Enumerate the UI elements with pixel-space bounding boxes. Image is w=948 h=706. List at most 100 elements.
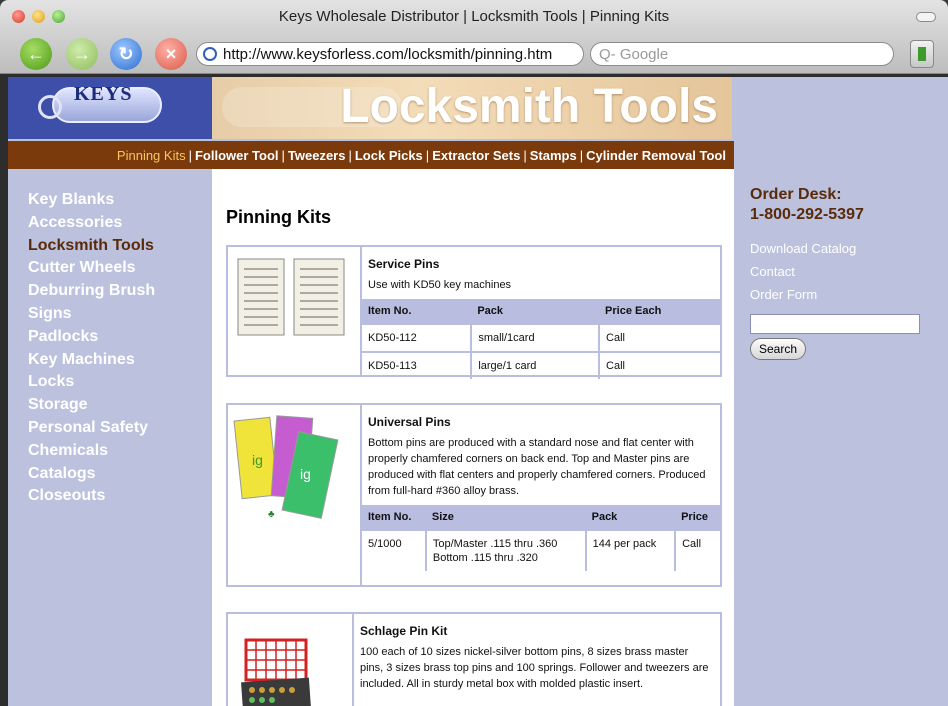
logo-text: KEYS [74,83,133,105]
product-card-universal-pins: ig ig ♣ Universal Pins Bottom pins are p… [226,403,722,587]
nav-link-follower-tool[interactable]: Follower Tool [195,148,279,163]
table-row: KD50-112 small/1card Call [362,323,720,352]
product-details: Service Pins Use with KD50 key machines … [362,247,720,379]
cell-pack: small/1card [471,323,601,352]
cell-pack: 144 per pack [585,529,677,571]
order-desk-label: Order Desk: [750,186,842,203]
cell-size: Top/Master .115 thru .360 Bottom .115 th… [425,529,587,571]
reload-button[interactable]: ↻ [110,38,142,70]
bookmark-icon [918,47,926,61]
svg-text:♣: ♣ [268,509,275,520]
site-search-input[interactable] [750,314,920,334]
main-content: Pinning Kits Service Pins Use with KD50 … [212,169,734,706]
sidebar-item-deburring-brush[interactable]: Deburring Brush [28,280,212,303]
header-banner: Locksmith Tools [212,77,732,139]
svg-text:ig: ig [300,466,311,482]
sidebar-item-locks[interactable]: Locks [28,371,212,394]
cell-pack: large/1 card [471,351,601,379]
browser-window: Keys Wholesale Distributor | Locksmith T… [0,0,948,706]
sidebar-item-key-machines[interactable]: Key Machines [28,349,212,372]
sidebar-item-accessories[interactable]: Accessories [28,212,212,235]
table-row: 5/1000 Top/Master .115 thru .360 Bottom … [362,529,720,571]
search-placeholder: Q- Google [599,45,669,63]
stop-icon: × [165,43,177,64]
sidebar-item-key-blanks[interactable]: Key Blanks [28,189,212,212]
price-table: Item No. Pack Price Each KD50-112 small/… [362,299,720,379]
arrow-left-icon: ← [27,43,45,64]
stop-button[interactable]: × [155,38,187,70]
search-button[interactable]: Search [750,338,807,360]
title-bar: Keys Wholesale Distributor | Locksmith T… [0,0,948,74]
cell-price: Call [675,529,720,571]
nav-link-pinning-kits[interactable]: Pinning Kits [117,148,186,163]
right-column: Order Desk: 1-800-292-5397 Download Cata… [734,169,948,706]
product-details: Schlage Pin Kit 100 each of 10 sizes nic… [354,614,720,706]
reload-icon: ↻ [118,43,134,64]
sidebar-item-locksmith-tools[interactable]: Locksmith Tools [28,235,212,258]
col-header-item-no: Item No. [362,299,472,324]
cell-price: Call [599,323,720,352]
col-header-pack: Pack [471,299,600,324]
nav-link-tweezers[interactable]: Tweezers [288,148,346,163]
contact-link[interactable]: Contact [750,260,948,283]
table-header-row: Item No. Pack Price Each [362,299,720,324]
order-form-link[interactable]: Order Form [750,283,948,306]
product-image-schlage-pin-kit[interactable] [228,614,354,706]
order-desk-phone: 1-800-292-5397 [750,206,864,223]
sidebar-item-signs[interactable]: Signs [28,303,212,326]
cell-item-no: 5/1000 [362,529,427,571]
nav-link-stamps[interactable]: Stamps [530,148,577,163]
search-field[interactable]: Q- Google [590,42,894,66]
cell-item-no: KD50-112 [362,323,473,352]
product-description: Bottom pins are produced with a standard… [368,437,706,497]
nav-link-cylinder-removal-tool[interactable]: Cylinder Removal Tool [586,148,726,163]
sidebar-item-catalogs[interactable]: Catalogs [28,463,212,486]
page-title: Pinning Kits [226,207,331,227]
sidebar-item-cutter-wheels[interactable]: Cutter Wheels [28,257,212,280]
url-text: http://www.keysforless.com/locksmith/pin… [223,45,553,63]
cell-item-no: KD50-113 [362,351,473,379]
sidebar-item-padlocks[interactable]: Padlocks [28,326,212,349]
svg-text:ig: ig [252,452,263,468]
window-title: Keys Wholesale Distributor | Locksmith T… [278,8,670,25]
sidebar-item-closeouts[interactable]: Closeouts [28,485,212,508]
key-ring-icon [38,95,62,119]
bookmark-button[interactable] [910,40,934,68]
col-header-price: Price [675,505,720,530]
product-name: Universal Pins [368,415,451,429]
sidebar-item-storage[interactable]: Storage [28,394,212,417]
category-nav: Pinning Kits | Follower Tool | Tweezers | L… [8,141,734,169]
sidebar-item-personal-safety[interactable]: Personal Safety [28,417,212,440]
col-header-item-no: Item No. [362,505,426,530]
table-row: KD50-113 large/1 card Call [362,351,720,379]
globe-icon [203,47,217,61]
product-description: 100 each of 10 sizes nickel-silver botto… [360,646,709,690]
product-description: Use with KD50 key machines [368,279,512,291]
sidebar-item-chemicals[interactable]: Chemicals [28,440,212,463]
product-name: Service Pins [368,257,440,271]
site-logo[interactable]: KEYS [8,77,212,139]
col-header-size: Size [425,505,586,530]
product-image-service-pins[interactable] [228,247,362,375]
cell-price: Call [599,351,720,379]
col-header-pack: Pack [585,505,676,530]
download-catalog-link[interactable]: Download Catalog [750,237,948,260]
product-card-service-pins: Service Pins Use with KD50 key machines … [226,245,722,379]
col-header-price-each: Price Each [599,299,720,324]
arrow-right-icon: → [73,43,91,64]
nav-link-extractor-sets[interactable]: Extractor Sets [432,148,520,163]
table-header-row: Item No. Size Pack Price [362,505,720,530]
toolbar-toggle-button[interactable] [916,12,936,22]
product-image-universal-pins[interactable]: ig ig ♣ [228,405,362,585]
sidebar: Key Blanks Accessories Locksmith Tools C… [8,169,212,706]
address-bar[interactable]: http://www.keysforless.com/locksmith/pin… [196,42,584,66]
window-frame [0,74,8,706]
web-page: KEYS Locksmith Tools Pinning Kits | Follo… [8,77,948,706]
nav-link-lock-picks[interactable]: Lock Picks [355,148,423,163]
product-card-schlage-pin-kit: Schlage Pin Kit 100 each of 10 sizes nic… [226,612,722,706]
price-table: Item No. Size Pack Price 5/1000 Top/Mast… [362,505,720,571]
product-details: Universal Pins Bottom pins are produced … [362,405,720,585]
forward-button[interactable]: → [66,38,98,70]
product-name: Schlage Pin Kit [360,624,448,638]
back-button[interactable]: ← [20,38,52,70]
